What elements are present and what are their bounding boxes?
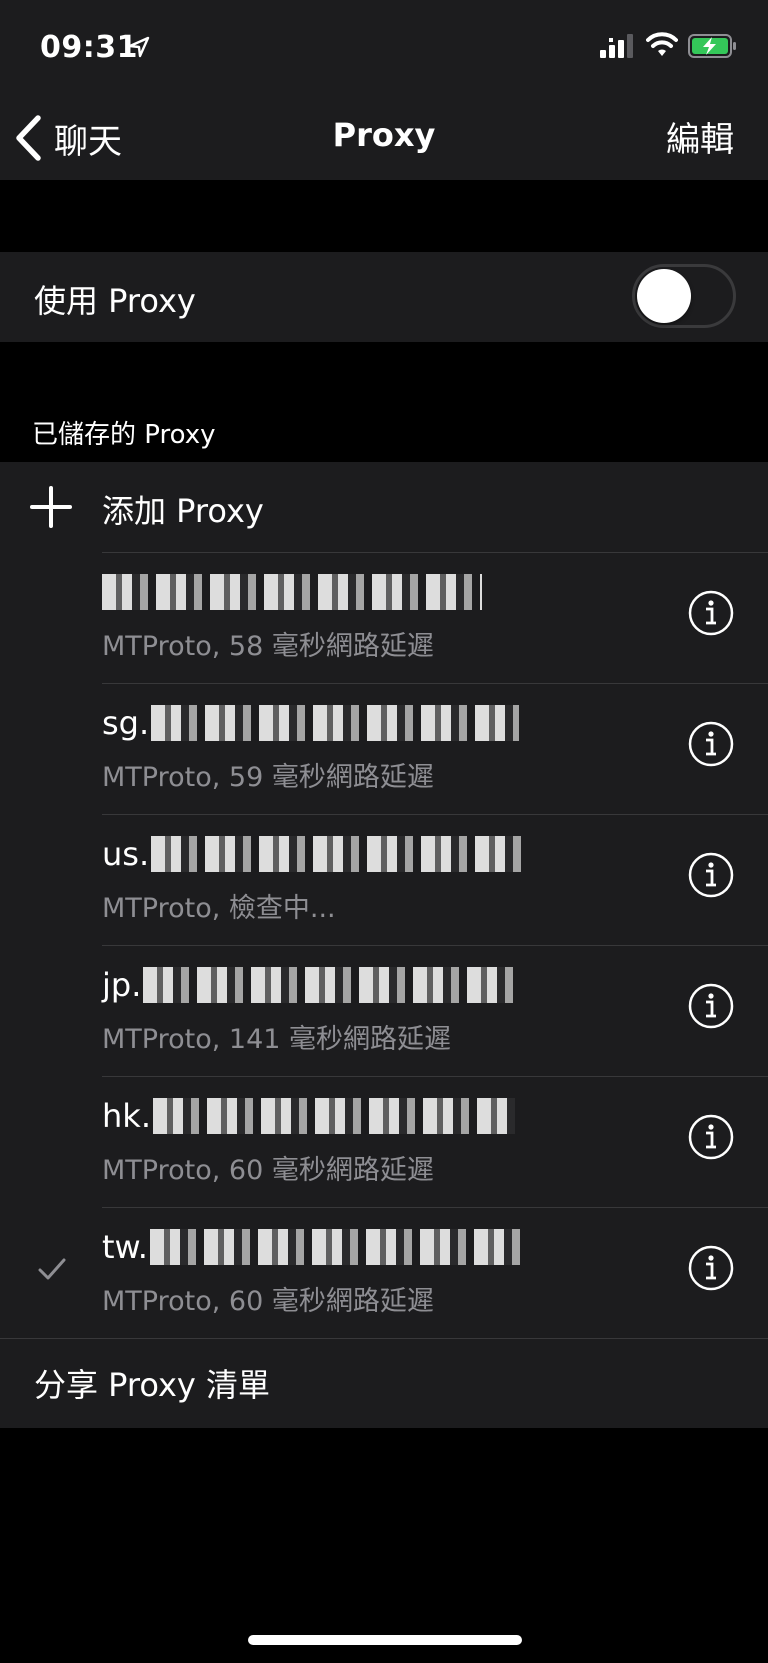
proxy-host: sg.: [102, 703, 520, 743]
info-icon[interactable]: [688, 721, 734, 767]
proxy-list-item[interactable]: us. MTProto, 檢查中...: [0, 814, 768, 945]
proxy-status: MTProto, 58 毫秒網路延遲: [102, 631, 434, 662]
checkmark-icon: [38, 1258, 66, 1280]
info-icon[interactable]: [688, 852, 734, 898]
page-title: Proxy: [332, 116, 436, 154]
proxy-host-prefix: sg.: [102, 704, 150, 742]
row-divider: [0, 1338, 768, 1339]
navigation-bar: 聊天 Proxy 編輯: [0, 96, 768, 180]
share-proxy-list-button[interactable]: 分享 Proxy 清單: [0, 1338, 768, 1428]
proxy-list-item[interactable]: jp. MTProto, 141 毫秒網路延遲: [0, 945, 768, 1076]
home-indicator[interactable]: [248, 1635, 522, 1645]
proxy-host-prefix: tw.: [102, 1228, 148, 1266]
redacted-hostname: [151, 836, 522, 872]
battery-charging-icon: [688, 34, 736, 58]
redacted-hostname: [152, 1098, 515, 1134]
redacted-hostname: [102, 574, 482, 610]
proxy-host-prefix: jp.: [102, 966, 142, 1004]
status-time: 09:31: [40, 30, 138, 65]
proxy-host: [102, 572, 482, 612]
use-proxy-toggle[interactable]: [632, 264, 736, 328]
proxy-host: tw.: [102, 1227, 520, 1267]
proxy-status: MTProto, 141 毫秒網路延遲: [102, 1024, 452, 1055]
share-proxy-list-label: 分享 Proxy 清單: [34, 1366, 271, 1404]
proxy-host: hk.: [102, 1096, 515, 1136]
redacted-hostname: [151, 705, 520, 741]
info-icon[interactable]: [688, 983, 734, 1029]
proxy-list-item[interactable]: sg. MTProto, 59 毫秒網路延遲: [0, 683, 768, 814]
edit-button[interactable]: 編輯: [666, 112, 734, 161]
saved-proxies-header: 已儲存的 Proxy: [32, 420, 216, 450]
proxy-status: MTProto, 60 毫秒網路延遲: [102, 1286, 434, 1317]
redacted-hostname: [149, 1229, 520, 1265]
info-icon[interactable]: [688, 1245, 734, 1291]
plus-icon: [30, 486, 72, 528]
proxy-status: MTProto, 59 毫秒網路延遲: [102, 762, 434, 793]
proxy-host-prefix: hk.: [102, 1097, 151, 1135]
row-divider: [102, 683, 768, 684]
proxy-status: MTProto, 檢查中...: [102, 893, 336, 924]
info-icon[interactable]: [688, 1114, 734, 1160]
wifi-icon: [646, 32, 678, 56]
status-bar: 09:31: [0, 0, 768, 96]
cellular-signal-icon: [600, 34, 633, 58]
info-icon[interactable]: [688, 590, 734, 636]
row-divider: [102, 814, 768, 815]
use-proxy-label: 使用 Proxy: [34, 282, 196, 320]
proxy-host: us.: [102, 834, 522, 874]
add-proxy-label: 添加 Proxy: [102, 492, 264, 530]
location-arrow-icon: [128, 36, 150, 58]
row-divider: [102, 1076, 768, 1077]
row-divider: [102, 552, 768, 553]
proxy-host-prefix: us.: [102, 835, 150, 873]
row-divider: [102, 945, 768, 946]
proxy-list-item[interactable]: MTProto, 58 毫秒網路延遲: [0, 552, 768, 683]
proxy-list-item[interactable]: hk. MTProto, 60 毫秒網路延遲: [0, 1076, 768, 1207]
row-divider: [102, 1207, 768, 1208]
use-proxy-row: 使用 Proxy: [0, 252, 768, 342]
proxy-status: MTProto, 60 毫秒網路延遲: [102, 1155, 434, 1186]
proxy-settings-screen: 09:31 聊天 Proxy 編輯 使用 Proxy 已儲存的 Proxy 添加…: [0, 0, 768, 1663]
proxy-host: jp.: [102, 965, 516, 1005]
proxy-list-item-selected[interactable]: tw. MTProto, 60 毫秒網路延遲: [0, 1207, 768, 1338]
add-proxy-button[interactable]: 添加 Proxy: [0, 462, 768, 552]
saved-proxies-list: 添加 Proxy MTProto, 58 毫秒網路延遲 sg. MTProto,…: [0, 462, 768, 1428]
redacted-hostname: [143, 967, 516, 1003]
toggle-knob: [637, 269, 691, 323]
